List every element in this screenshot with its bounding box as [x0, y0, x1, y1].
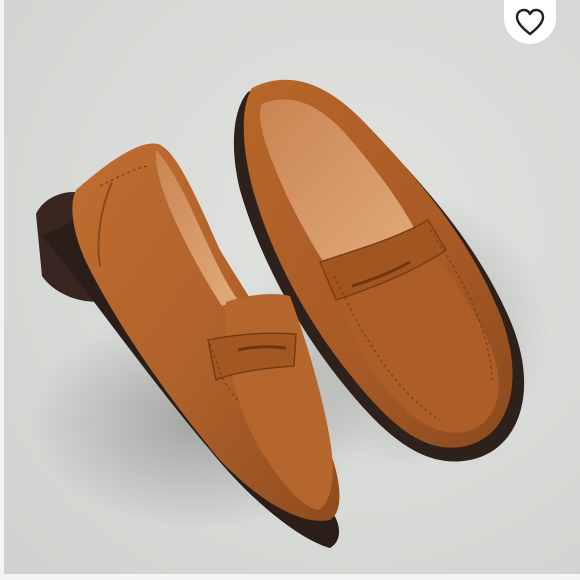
listing-photo-frame: [0, 0, 580, 580]
photo-edge-bottom: [0, 574, 580, 580]
product-photo: [0, 0, 580, 580]
product-image-loafers: [30, 79, 550, 548]
heart-outline-icon: [515, 8, 545, 36]
photo-edge-left: [0, 0, 4, 580]
